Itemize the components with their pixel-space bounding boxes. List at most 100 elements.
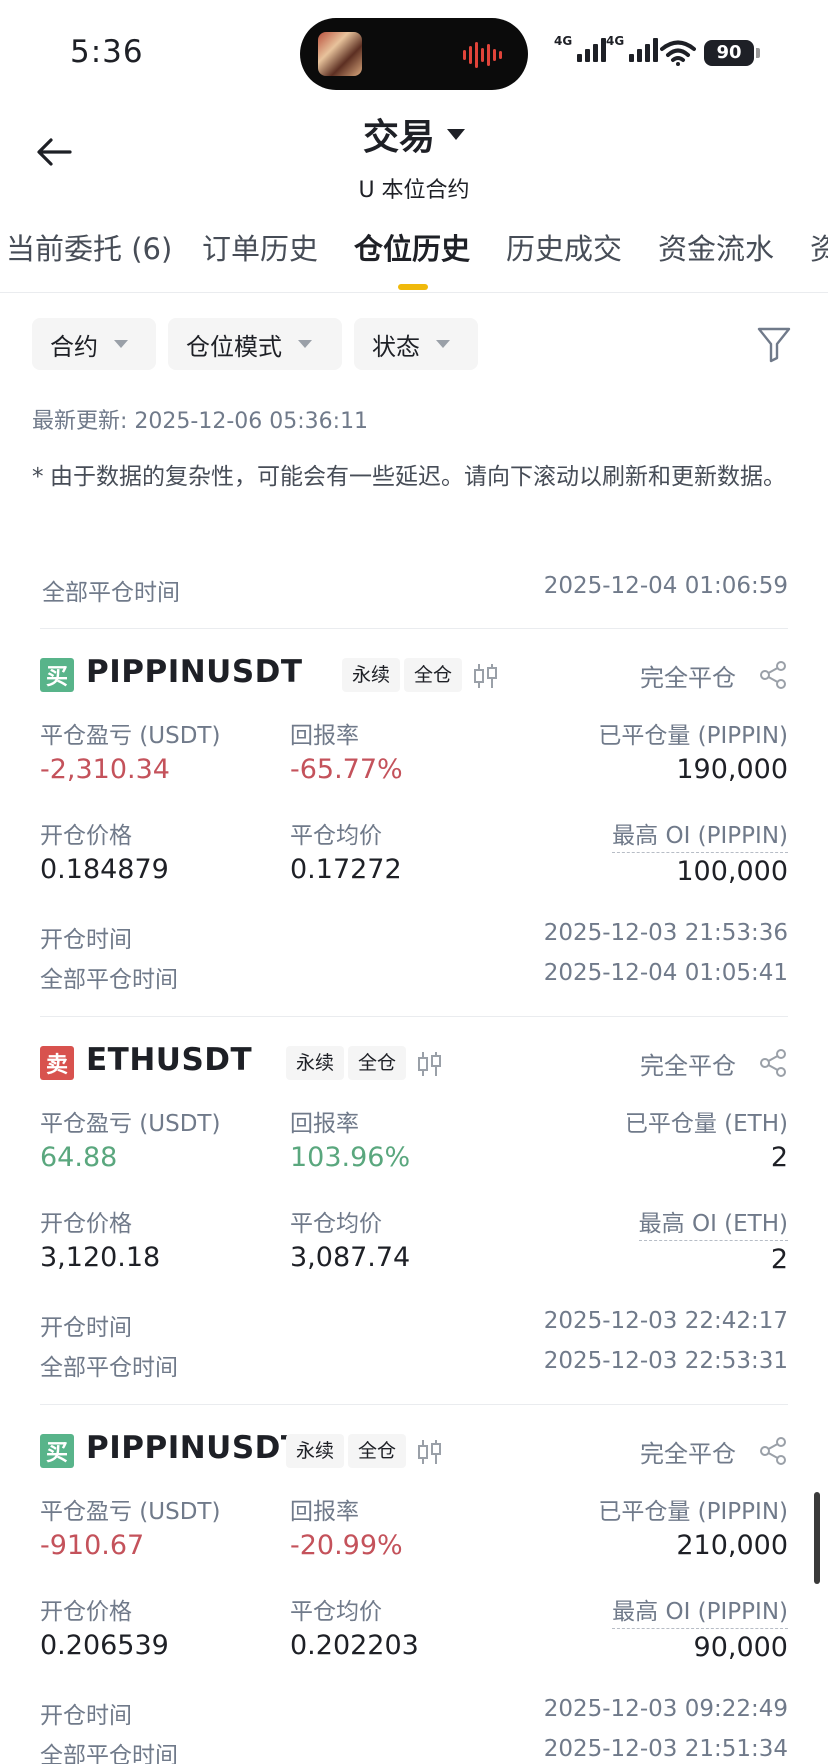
open-time-label: 开仓时间 xyxy=(40,1703,132,1729)
closed-qty-value: 190,000 xyxy=(676,754,788,785)
last-updated-text: 最新更新: 2025-12-06 05:36:11 xyxy=(32,409,369,434)
candlestick-chart-icon[interactable] xyxy=(414,1050,444,1078)
roi-label: 回报率 xyxy=(290,723,359,749)
open-time-value: 2025-12-03 21:53:36 xyxy=(543,920,788,946)
tab-transaction-history[interactable]: 资金流水 xyxy=(658,226,774,268)
open-price-value: 3,120.18 xyxy=(40,1242,161,1273)
candlestick-chart-icon[interactable] xyxy=(470,662,500,690)
now-playing-artwork xyxy=(318,32,362,76)
page-title: 交易 xyxy=(362,117,435,158)
open-price-label: 开仓价格 xyxy=(40,823,132,849)
position-card[interactable]: 卖 ETHUSDT 永续 全仓 完全平仓 平仓盈亏 (USDT) 64.88 回… xyxy=(40,1042,788,1426)
margin-mode-tag: 全仓 xyxy=(348,1434,407,1468)
roi-label: 回报率 xyxy=(290,1111,359,1137)
market-switcher[interactable]: 交易 xyxy=(363,108,465,160)
status-bar: 5:36 4G 4G 90 xyxy=(0,0,828,100)
close-time-label: 全部平仓时间 xyxy=(40,967,178,993)
pnl-value: 64.88 xyxy=(40,1142,118,1173)
position-card[interactable]: 买 PIPPINUSDT 永续 全仓 完全平仓 平仓盈亏 (USDT) -910… xyxy=(40,1430,788,1764)
contract-type-tag: 永续 xyxy=(286,1046,345,1080)
candlestick-chart-icon[interactable] xyxy=(414,1438,444,1466)
share-icon[interactable] xyxy=(758,1048,788,1078)
close-time-value: 2025-12-03 22:53:31 xyxy=(543,1348,788,1374)
chevron-down-icon xyxy=(298,340,312,348)
symbol-name: PIPPINUSDT xyxy=(86,1430,303,1466)
tab-trade-history[interactable]: 历史成交 xyxy=(506,226,622,268)
network-type-label-2: 4G xyxy=(606,34,625,48)
symbol-name: ETHUSDT xyxy=(86,1042,253,1078)
pnl-label: 平仓盈亏 (USDT) xyxy=(40,1499,221,1525)
avg-close-price-label: 平仓均价 xyxy=(290,823,382,849)
pnl-value: -2,310.34 xyxy=(40,754,170,785)
chevron-down-icon xyxy=(447,128,465,140)
avg-close-price-value: 0.202203 xyxy=(290,1630,419,1661)
side-badge: 买 xyxy=(40,658,74,692)
tab-order-history[interactable]: 订单历史 xyxy=(202,226,318,268)
margin-mode-tag: 全仓 xyxy=(348,1046,407,1080)
avg-close-price-label: 平仓均价 xyxy=(290,1599,382,1625)
filter-position-mode-label: 仓位模式 xyxy=(186,332,282,361)
close-time-value: 2025-12-04 01:05:41 xyxy=(543,960,788,986)
close-time-label: 全部平仓时间 xyxy=(42,580,180,606)
filter-status[interactable]: 状态 xyxy=(354,318,478,370)
open-price-label: 开仓价格 xyxy=(40,1211,132,1237)
record-divider xyxy=(40,1404,788,1405)
tab-more[interactable]: 资 xyxy=(810,226,828,268)
cellular-signal-2-icon: 4G xyxy=(606,34,659,62)
closed-qty-value: 210,000 xyxy=(676,1530,788,1561)
active-tab-indicator xyxy=(398,284,428,290)
chevron-down-icon xyxy=(114,340,128,348)
closed-qty-label: 已平仓量 (PIPPIN) xyxy=(598,1499,788,1525)
closed-qty-label: 已平仓量 (PIPPIN) xyxy=(598,723,788,749)
tab-bar: 当前委托 (6) 订单历史 仓位历史 历史成交 资金流水 资 xyxy=(0,226,828,290)
open-price-value: 0.206539 xyxy=(40,1630,169,1661)
network-type-label: 4G xyxy=(554,34,573,48)
record-divider xyxy=(40,628,788,629)
tabs-divider xyxy=(0,292,828,293)
close-time-value: 2025-12-04 01:06:59 xyxy=(543,573,788,599)
max-oi-label[interactable]: 最高 OI (PIPPIN) xyxy=(612,1592,788,1629)
close-status: 完全平仓 xyxy=(640,664,736,692)
share-icon[interactable] xyxy=(758,660,788,690)
funnel-filter-icon[interactable] xyxy=(756,324,792,364)
roi-value: -65.77% xyxy=(290,754,403,785)
max-oi-label[interactable]: 最高 OI (PIPPIN) xyxy=(612,816,788,853)
battery-icon: 90 xyxy=(704,40,754,66)
share-icon[interactable] xyxy=(758,1436,788,1466)
pnl-label: 平仓盈亏 (USDT) xyxy=(40,1111,221,1137)
close-time-value: 2025-12-03 21:51:34 xyxy=(543,1736,788,1762)
contract-type-tag: 永续 xyxy=(286,1434,345,1468)
avg-close-price-value: 3,087.74 xyxy=(290,1242,411,1273)
side-badge: 卖 xyxy=(40,1046,74,1080)
tab-open-orders[interactable]: 当前委托 (6) xyxy=(6,226,172,268)
wifi-icon xyxy=(660,40,696,66)
open-time-value: 2025-12-03 09:22:49 xyxy=(543,1696,788,1722)
close-time-label: 全部平仓时间 xyxy=(40,1355,178,1381)
max-oi-value: 90,000 xyxy=(693,1632,788,1663)
pnl-label: 平仓盈亏 (USDT) xyxy=(40,723,221,749)
delay-notice: * 由于数据的复杂性，可能会有一些延迟。请向下滚动以刷新和更新数据。 xyxy=(32,461,792,494)
dynamic-island[interactable] xyxy=(300,18,528,90)
filter-position-mode[interactable]: 仓位模式 xyxy=(168,318,342,370)
page-header: 交易 U 本位合约 xyxy=(0,108,828,204)
scrollbar[interactable] xyxy=(814,1492,820,1584)
roi-value: -20.99% xyxy=(290,1530,403,1561)
avg-close-price-value: 0.17272 xyxy=(290,854,402,885)
side-badge: 买 xyxy=(40,1434,74,1468)
contract-type-tag: 永续 xyxy=(342,658,401,692)
audio-waveform-icon xyxy=(463,42,502,68)
tab-position-history[interactable]: 仓位历史 xyxy=(354,226,470,268)
closed-qty-label: 已平仓量 (ETH) xyxy=(624,1111,788,1137)
delay-notice-text: 由于数据的复杂性，可能会有一些延迟。请向下滚动以刷新和更新数据。 xyxy=(50,464,786,490)
close-status: 完全平仓 xyxy=(640,1052,736,1080)
cellular-signal-icon: 4G xyxy=(554,34,607,62)
roi-value: 103.96% xyxy=(290,1142,411,1173)
position-card[interactable]: 买 PIPPINUSDT 永续 全仓 完全平仓 平仓盈亏 (USDT) -2,3… xyxy=(40,654,788,1038)
max-oi-label[interactable]: 最高 OI (ETH) xyxy=(638,1204,788,1241)
battery-tip xyxy=(756,48,760,58)
filter-contract-label: 合约 xyxy=(50,332,98,361)
filter-contract[interactable]: 合约 xyxy=(32,318,156,370)
open-price-label: 开仓价格 xyxy=(40,1599,132,1625)
roi-label: 回报率 xyxy=(290,1499,359,1525)
notice-asterisk: * xyxy=(32,464,44,490)
